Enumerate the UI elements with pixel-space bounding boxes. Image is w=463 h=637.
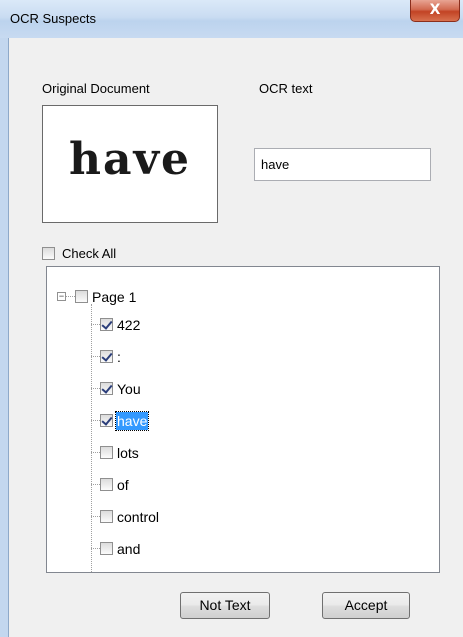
window-frame-left	[0, 38, 8, 637]
tree-connector-line	[91, 304, 92, 572]
tree-item-checkbox[interactable]	[100, 414, 113, 427]
window-title: OCR Suspects	[10, 11, 96, 26]
suspects-tree[interactable]: − Page 1 422:Youhavelotsofcontroland ▲ ▼	[46, 266, 440, 573]
tree-item-label: of	[117, 477, 129, 493]
tree-item-checkbox[interactable]	[100, 510, 113, 523]
accept-button[interactable]: Accept	[322, 592, 410, 619]
tree-item-checkbox[interactable]	[100, 478, 113, 491]
tree-item-checkbox[interactable]	[100, 446, 113, 459]
preview-word-image: have	[68, 134, 192, 185]
tree-item-label: lots	[117, 445, 139, 461]
original-document-label: Original Document	[42, 81, 150, 96]
close-icon: X	[429, 2, 441, 18]
tree-root-label: Page 1	[92, 289, 137, 305]
tree-item-label: and	[117, 541, 141, 557]
title-bar: OCR Suspects X	[0, 0, 463, 38]
ocr-text-label: OCR text	[259, 81, 313, 96]
minus-box-icon[interactable]: −	[57, 292, 66, 301]
tree-item-label: :	[117, 349, 121, 365]
tree-item-label: 422	[117, 317, 141, 333]
tree-root-checkbox[interactable]	[75, 290, 88, 303]
tree-item-checkbox[interactable]	[100, 542, 113, 555]
tree-item-label: have	[114, 411, 150, 431]
tree-item-label: control	[117, 509, 160, 525]
ocr-text-input[interactable]	[254, 148, 431, 181]
tree-item-checkbox[interactable]	[100, 318, 113, 331]
tree-item-label: You	[117, 381, 141, 397]
not-text-button[interactable]: Not Text	[180, 592, 270, 619]
original-document-preview: have	[42, 105, 218, 223]
check-all-label[interactable]: Check All	[62, 246, 116, 261]
tree-item-checkbox[interactable]	[100, 350, 113, 363]
tree-item-checkbox[interactable]	[100, 382, 113, 395]
close-button[interactable]: X	[410, 0, 460, 22]
check-all-checkbox[interactable]	[42, 247, 55, 260]
